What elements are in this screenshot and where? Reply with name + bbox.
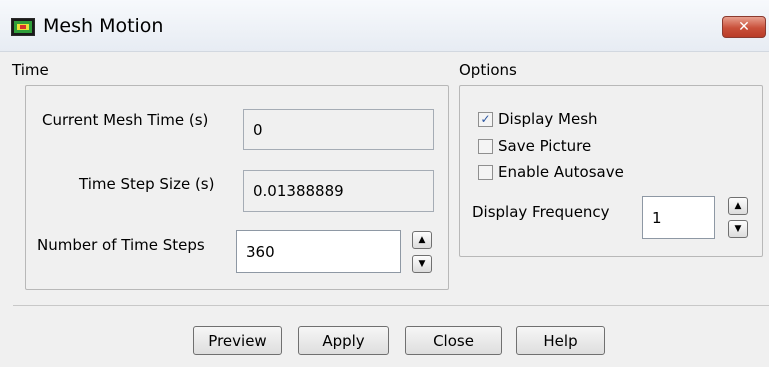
enable-autosave-check-box[interactable] <box>478 164 493 180</box>
time-steps-increment-button[interactable]: ▲ <box>412 231 432 249</box>
display-frequency-label: Display Frequency <box>472 203 610 221</box>
close-window-icon[interactable]: ✕ <box>722 16 766 38</box>
apply-button[interactable]: Apply <box>298 326 389 355</box>
frequency-increment-button[interactable]: ▲ <box>728 197 748 215</box>
time-step-size-label: Time Step Size (s) <box>79 175 215 193</box>
save-picture-checkbox[interactable]: Save Picture <box>478 137 591 155</box>
close-button[interactable]: Close <box>405 326 502 355</box>
frequency-decrement-button[interactable]: ▼ <box>728 220 748 238</box>
time-step-size-field: 0.01388889 <box>243 170 434 212</box>
enable-autosave-checkbox[interactable]: Enable Autosave <box>478 163 624 181</box>
title-bar: Mesh Motion ✕ <box>0 0 769 52</box>
options-group-title: Options <box>459 61 517 79</box>
window-title: Mesh Motion <box>43 15 164 37</box>
app-icon <box>11 18 35 36</box>
preview-button[interactable]: Preview <box>193 326 282 355</box>
display-mesh-label: Display Mesh <box>498 110 598 128</box>
button-bar-separator <box>13 305 769 306</box>
enable-autosave-label: Enable Autosave <box>498 163 624 181</box>
number-of-time-steps-label: Number of Time Steps <box>37 236 205 254</box>
save-picture-label: Save Picture <box>498 137 592 155</box>
display-frequency-input[interactable]: 1 <box>642 196 715 239</box>
time-steps-decrement-button[interactable]: ▼ <box>412 255 432 273</box>
display-mesh-check-icon[interactable]: ✓ <box>478 111 493 127</box>
time-group-title: Time <box>12 61 49 79</box>
current-mesh-time-field: 0 <box>243 109 434 150</box>
current-mesh-time-label: Current Mesh Time (s) <box>42 111 209 129</box>
display-mesh-checkbox[interactable]: ✓ Display Mesh <box>478 110 598 128</box>
mesh-motion-dialog: Mesh Motion ✕ Time Current Mesh Time (s)… <box>0 0 769 367</box>
save-picture-check-box[interactable] <box>478 138 493 154</box>
number-of-time-steps-input[interactable]: 360 <box>236 230 401 273</box>
help-button[interactable]: Help <box>516 326 605 355</box>
